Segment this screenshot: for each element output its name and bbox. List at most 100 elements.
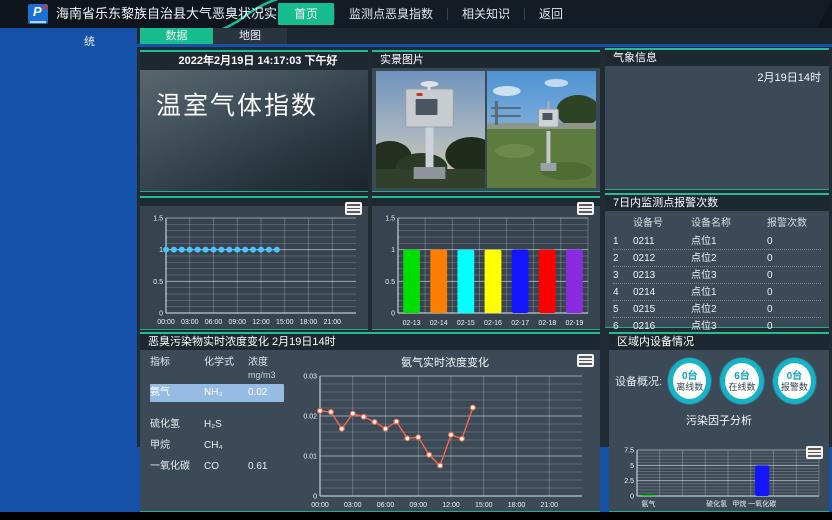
header-divider xyxy=(0,44,832,47)
svg-text:0.5: 0.5 xyxy=(385,279,395,286)
alarm-count: 0 xyxy=(767,301,821,318)
tab-map[interactable]: 地图 xyxy=(213,28,287,44)
device-name: 点位2 xyxy=(691,301,767,318)
nav-item-back[interactable]: 返回 xyxy=(525,3,577,25)
pollutant-name: 氨气 xyxy=(150,384,204,402)
svg-text:0: 0 xyxy=(159,311,163,318)
odor-row-co[interactable]: 一氧化碳 CO 0.61 xyxy=(150,458,284,476)
svg-text:7.5: 7.5 xyxy=(624,448,634,455)
dataview-icon[interactable] xyxy=(806,446,823,459)
device-name: 点位2 xyxy=(691,250,767,267)
row-index: 4 xyxy=(613,284,633,301)
weather-panel-title: 气象信息 xyxy=(605,50,829,66)
svg-text:18:00: 18:00 xyxy=(300,319,318,326)
svg-text:甲烷: 甲烷 xyxy=(732,499,746,508)
greenhouse-trend-panel: 00.511.500:0003:0006:0009:0012:0015:0018… xyxy=(140,196,368,330)
svg-text:02-19: 02-19 xyxy=(565,320,583,327)
greenhouse-index-chart[interactable]: 00.511.500:0003:0006:0009:0012:0015:0018… xyxy=(142,208,366,327)
alarm-count: 0 xyxy=(767,267,821,284)
table-row: 4 0214 点位1 0 xyxy=(613,284,821,301)
odor-panel-body: 指标 化学式 浓度mg/m3 氨气 NH₃ 0.02 硫化氢 H₂S 甲烷 xyxy=(140,350,600,512)
alarm-panel-title: 7日内监测点报警次数 xyxy=(605,195,829,211)
online-count-badge: 6台 在线数 xyxy=(720,358,763,404)
odor-concentration-panel: 恶臭污染物实时浓度变化 2月19日14时 指标 化学式 浓度mg/m3 氨气 N… xyxy=(140,332,600,512)
svg-text:02-18: 02-18 xyxy=(538,320,556,327)
device-id: 0215 xyxy=(633,301,691,318)
alarm-count: 0台 xyxy=(787,371,803,382)
pollution-factor-chart[interactable]: 02.557.5氨气硫化氢甲烷一氧化碳 xyxy=(613,446,827,508)
odor-panel-title: 恶臭污染物实时浓度变化 2月19日14时 xyxy=(140,334,600,350)
odor-row-ammonia[interactable]: 氨气 NH₃ 0.02 xyxy=(150,384,284,402)
nav-item-knowledge[interactable]: 相关知识 xyxy=(448,3,524,25)
photos-panel-body xyxy=(372,68,600,191)
svg-text:06:00: 06:00 xyxy=(205,319,223,326)
alarm-table: 设备号 设备名称 报警次数 1 0211 点位1 0 2 0212 点位2 0 … xyxy=(605,211,829,335)
svg-text:5: 5 xyxy=(630,463,634,470)
dashboard-root: P 海南省乐东黎族自治县大气恶臭状况实时发布系 首页 监测点恶臭指数 相关知识 … xyxy=(0,0,832,520)
pollutant-formula: H₂S xyxy=(204,416,248,434)
dataview-icon[interactable] xyxy=(345,202,362,215)
region-devices-panel: 区域内设备情况 设备概况: 0台 离线数 6台 在线数 0台 报警数 污染因子分… xyxy=(609,332,829,512)
table-row: 3 0213 点位3 0 xyxy=(613,267,821,284)
sidebar-title-overflow: 统 xyxy=(84,33,95,49)
svg-text:1: 1 xyxy=(159,247,163,254)
svg-text:0.02: 0.02 xyxy=(303,414,317,421)
nav-item-odor-index[interactable]: 监测点恶臭指数 xyxy=(335,3,447,25)
col-index xyxy=(613,215,633,233)
alarm-count: 0 xyxy=(767,284,821,301)
svg-text:21:00: 21:00 xyxy=(540,502,558,509)
device-overview-row: 设备概况: 0台 离线数 6台 在线数 0台 报警数 xyxy=(609,350,829,404)
device-id: 0213 xyxy=(633,267,691,284)
bottom-border xyxy=(0,512,832,520)
col-device-name: 设备名称 xyxy=(691,215,767,233)
row-index: 1 xyxy=(613,233,633,250)
pollutant-formula: CH₄ xyxy=(204,437,248,455)
row-index: 2 xyxy=(613,250,633,267)
svg-text:12:00: 12:00 xyxy=(252,319,270,326)
odor-row-ch4[interactable]: 甲烷 CH₄ xyxy=(150,437,284,455)
pollution-analysis-title: 污染因子分析 xyxy=(609,412,829,428)
svg-text:1: 1 xyxy=(391,247,395,254)
svg-text:09:00: 09:00 xyxy=(409,502,427,509)
col-formula: 化学式 xyxy=(204,356,248,382)
svg-text:0.01: 0.01 xyxy=(303,454,317,461)
svg-text:0: 0 xyxy=(391,311,395,318)
pollutant-value xyxy=(248,437,284,455)
device-overview-label: 设备概况: xyxy=(615,373,662,389)
odor-row-h2s[interactable]: 硫化氢 H₂S xyxy=(150,416,284,434)
col-indicator: 指标 xyxy=(150,356,204,382)
odor-table: 指标 化学式 浓度mg/m3 氨气 NH₃ 0.02 硫化氢 H₂S 甲烷 xyxy=(140,350,290,512)
svg-text:03:00: 03:00 xyxy=(181,319,199,326)
svg-text:12:00: 12:00 xyxy=(442,502,460,509)
photos-panel-title: 实景图片 xyxy=(372,52,600,68)
unit-label: mg/m3 xyxy=(248,369,284,382)
pollutant-formula: CO xyxy=(204,458,248,476)
pollutant-formula: NH₃ xyxy=(204,384,248,402)
weather-timestamp: 2月19日14时 xyxy=(757,69,821,85)
weather-panel: 气象信息 2月19日14时 xyxy=(605,48,829,190)
svg-text:15:00: 15:00 xyxy=(276,319,294,326)
ammonia-trend-chart[interactable]: 00.010.020.0300:0003:0006:0009:0012:0015… xyxy=(292,370,596,510)
pollutant-name: 甲烷 xyxy=(150,437,204,455)
tab-data[interactable]: 数据 xyxy=(140,28,213,44)
daily-index-bar-chart[interactable]: 00.511.502-1302-1402-1502-1602-1702-1802… xyxy=(374,208,598,327)
pollutant-value xyxy=(248,416,284,434)
greenhouse-index-title: 温室气体指数 xyxy=(140,70,368,122)
dataview-icon[interactable] xyxy=(577,354,594,367)
chart-panel-header xyxy=(372,198,600,206)
row-index: 3 xyxy=(613,267,633,284)
col-value: 浓度mg/m3 xyxy=(248,356,284,382)
pollutant-value: 0.02 xyxy=(248,384,284,402)
nav-item-home[interactable]: 首页 xyxy=(278,3,334,25)
greenhouse-panel-body: 温室气体指数 xyxy=(140,70,368,191)
alarm-count-panel: 7日内监测点报警次数 设备号 设备名称 报警次数 1 0211 点位1 0 2 … xyxy=(605,193,829,328)
alarm-count: 0 xyxy=(767,233,821,250)
svg-text:0: 0 xyxy=(630,494,634,501)
online-label: 在线数 xyxy=(729,382,756,392)
logo-glyph: P xyxy=(33,4,42,19)
svg-text:0.5: 0.5 xyxy=(153,279,163,286)
table-row: 5 0215 点位2 0 xyxy=(613,301,821,318)
table-row: 1 0211 点位1 0 xyxy=(613,233,821,250)
dataview-icon[interactable] xyxy=(577,202,594,215)
pollutant-name: 一氧化碳 xyxy=(150,458,204,476)
